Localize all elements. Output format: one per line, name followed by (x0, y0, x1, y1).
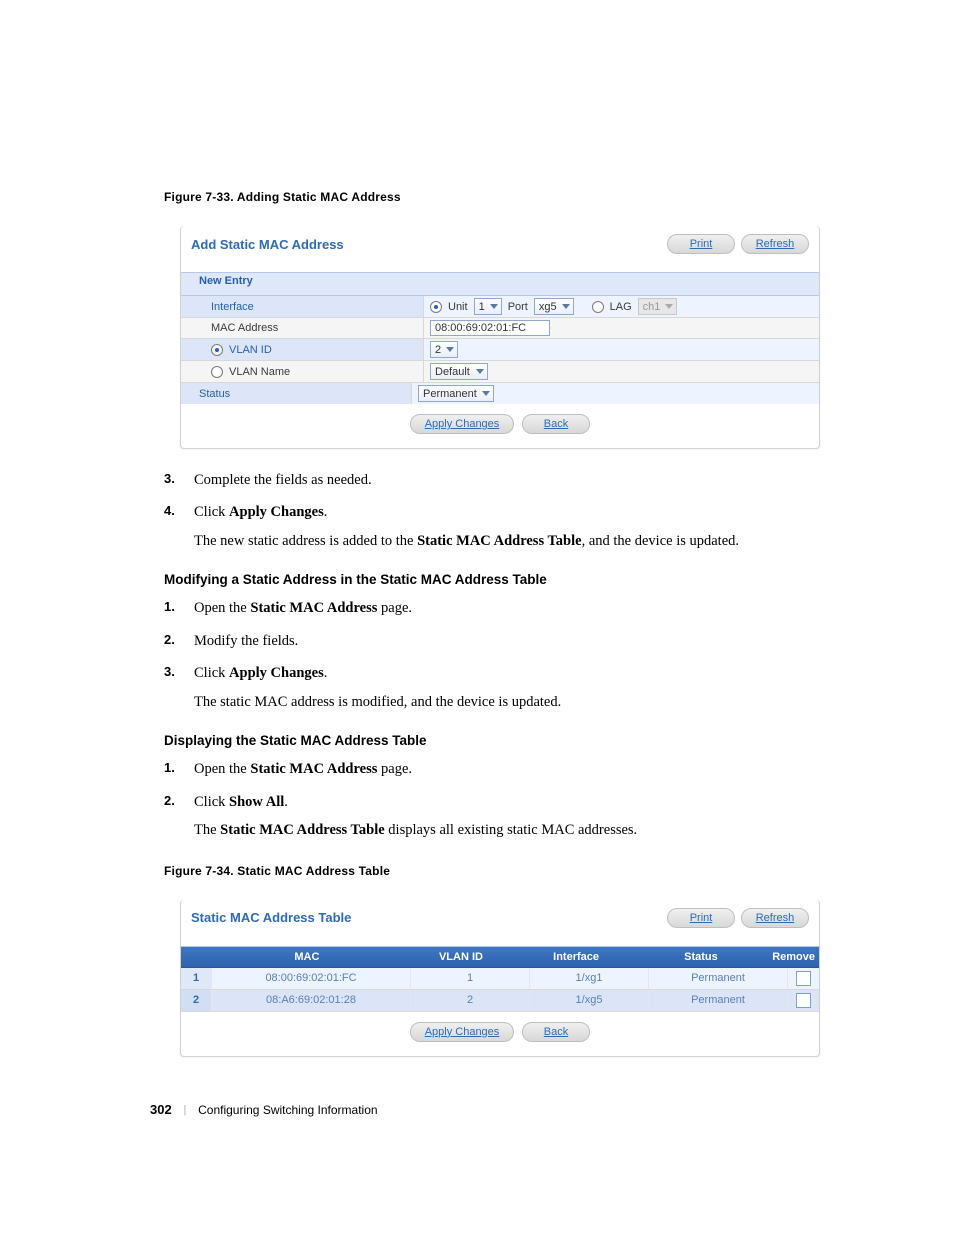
step-b-3: 3. Click Apply Changes. The static MAC a… (150, 662, 834, 713)
apply-changes-button[interactable]: Apply Changes (410, 1022, 514, 1042)
cell-interface: 1/xg5 (530, 990, 649, 1011)
remove-checkbox[interactable] (796, 993, 811, 1008)
lag-select: ch1 (638, 298, 678, 315)
step-b-2: 2. Modify the fields. (150, 630, 834, 652)
col-remove: Remove (768, 947, 819, 967)
vlan-name-radio[interactable] (211, 366, 223, 378)
apply-changes-button[interactable]: Apply Changes (410, 414, 514, 434)
print-button[interactable]: Print (667, 908, 735, 928)
mac-address-input[interactable] (430, 320, 550, 336)
cell-mac: 08:A6:69:02:01:28 (212, 990, 411, 1011)
cell-mac: 08:00:69:02:01:FC (212, 968, 411, 989)
step-a-4: 4. Click Apply Changes. The new static a… (150, 501, 834, 552)
unit-label: Unit (448, 301, 468, 313)
static-mac-address-table-panel: Static MAC Address Table Print Refresh M… (180, 900, 820, 1057)
step-a-3: 3. Complete the fields as needed. (150, 469, 834, 491)
col-interface: Interface (519, 947, 634, 967)
section-name: Configuring Switching Information (198, 1103, 377, 1117)
table-row: 2 08:A6:69:02:01:28 2 1/xg5 Permanent (181, 990, 819, 1012)
step-c-1: 1. Open the Static MAC Address page. (150, 758, 834, 780)
page-number: 302 (150, 1102, 172, 1117)
col-vlan: VLAN ID (403, 947, 518, 967)
heading-displaying: Displaying the Static MAC Address Table (164, 733, 834, 748)
interface-lag-radio[interactable] (592, 301, 604, 313)
interface-unit-radio[interactable] (430, 301, 442, 313)
col-status: Status (634, 947, 769, 967)
print-button[interactable]: Print (667, 234, 735, 254)
back-button[interactable]: Back (522, 414, 590, 434)
port-select[interactable]: xg5 (534, 298, 574, 315)
vlan-id-select[interactable]: 2 (430, 341, 458, 358)
remove-checkbox[interactable] (796, 971, 811, 986)
vlan-name-label: VLAN Name (181, 361, 424, 382)
heading-modifying: Modifying a Static Address in the Static… (164, 572, 834, 587)
table-row: 1 08:00:69:02:01:FC 1 1/xg1 Permanent (181, 968, 819, 990)
cell-status: Permanent (649, 968, 788, 989)
vlan-id-label: VLAN ID (181, 339, 424, 360)
step-c-2: 2. Click Show All. The Static MAC Addres… (150, 791, 834, 842)
lag-label: LAG (610, 301, 632, 313)
cell-vlan: 1 (411, 968, 530, 989)
table-header: MAC VLAN ID Interface Status Remove (181, 946, 819, 968)
row-index: 2 (181, 990, 212, 1011)
port-label: Port (508, 301, 528, 313)
cell-interface: 1/xg1 (530, 968, 649, 989)
cell-vlan: 2 (411, 990, 530, 1011)
col-mac: MAC (210, 947, 403, 967)
mac-address-label: MAC Address (181, 318, 424, 338)
vlan-name-select[interactable]: Default (430, 363, 488, 380)
step-b-1: 1. Open the Static MAC Address page. (150, 597, 834, 619)
status-select[interactable]: Permanent (418, 385, 494, 402)
new-entry-header: New Entry (181, 272, 819, 296)
panel-title: Add Static MAC Address (191, 237, 344, 252)
figure-caption-7-34: Figure 7-34. Static MAC Address Table (164, 864, 834, 878)
unit-select[interactable]: 1 (474, 298, 502, 315)
vlan-id-radio[interactable] (211, 344, 223, 356)
figure-caption-7-33: Figure 7-33. Adding Static MAC Address (164, 190, 834, 204)
status-label: Status (181, 383, 412, 404)
back-button[interactable]: Back (522, 1022, 590, 1042)
refresh-button[interactable]: Refresh (741, 908, 809, 928)
panel-title-table: Static MAC Address Table (191, 910, 351, 925)
add-static-mac-address-panel: Add Static MAC Address Print Refresh New… (180, 226, 820, 449)
interface-label: Interface (181, 296, 424, 317)
cell-status: Permanent (649, 990, 788, 1011)
page-footer: 302 | Configuring Switching Information (150, 1102, 378, 1117)
row-index: 1 (181, 968, 212, 989)
refresh-button[interactable]: Refresh (741, 234, 809, 254)
